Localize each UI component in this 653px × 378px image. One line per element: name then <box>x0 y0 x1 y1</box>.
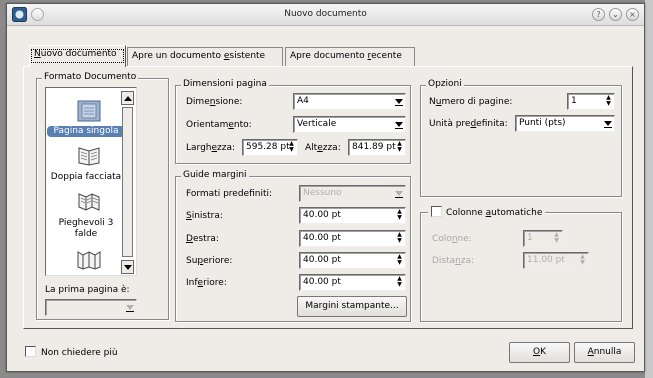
help-button[interactable]: ? <box>592 8 605 21</box>
size-label: Dimensione: <box>186 97 243 107</box>
scroll-slider[interactable] <box>122 107 133 257</box>
combo-value: Verticale <box>297 119 337 129</box>
auto-columns-label: Colonne automatiche <box>446 208 543 218</box>
spin-value: 1 <box>527 233 533 243</box>
spin-value: 40.00 pt <box>303 233 341 243</box>
list-item-three-fold[interactable]: Pieghevoli 3 falde <box>47 218 125 240</box>
close-button[interactable]: × <box>626 8 639 21</box>
spin-arrows-icon[interactable]: ▲ ▼ <box>395 254 404 267</box>
columns-spinbox[interactable]: 1 ▲ ▼ <box>523 230 563 247</box>
auto-columns-checkbox[interactable] <box>431 206 442 217</box>
left-margin-label: Sinistra: <box>186 211 223 221</box>
cancel-button[interactable]: Annulla <box>574 342 635 363</box>
title-bar[interactable]: Nuovo documento ? ⌄ × <box>7 4 644 26</box>
top-margin-label: Superiore: <box>186 256 233 266</box>
spin-arrows-icon[interactable]: ▲ ▼ <box>604 95 613 108</box>
facing-pages-icon[interactable] <box>77 144 101 166</box>
bottom-margin-spinbox[interactable]: 40.00 pt ▲ ▼ <box>299 274 406 291</box>
arrow-up-icon <box>124 96 132 101</box>
columns-label: Colonne: <box>432 234 472 244</box>
default-unit-combo[interactable]: Punti (pts) <box>515 115 615 132</box>
spin-arrows-icon[interactable]: ▲ ▼ <box>395 276 404 289</box>
group-title: Opzioni <box>426 79 464 89</box>
auto-columns-header: Colonne automatiche <box>428 206 546 218</box>
spin-value: 40.00 pt <box>303 210 341 220</box>
dont-ask-row[interactable]: Non chiedere più <box>25 346 118 358</box>
list-item-facing-pages[interactable]: Doppia facciata <box>47 172 125 183</box>
group-title: Formato Documento <box>42 72 139 82</box>
combo-value: Punti (pts) <box>519 118 566 128</box>
combo-value: Nessuno <box>303 188 342 198</box>
chevron-down-icon <box>126 305 134 312</box>
format-list-scrollbar[interactable] <box>121 91 134 274</box>
top-margin-spinbox[interactable]: 40.00 pt ▲ ▼ <box>299 252 406 269</box>
first-page-label: La prima pagina è: <box>45 285 130 295</box>
spin-arrows-icon[interactable]: ▲ ▼ <box>395 209 404 222</box>
combo-value: A4 <box>297 96 309 106</box>
width-label: Larghezza: <box>186 143 236 153</box>
four-fold-icon[interactable] <box>77 248 101 270</box>
tab-focus-ring <box>31 49 124 63</box>
chevron-down-icon <box>395 191 403 198</box>
single-page-icon[interactable] <box>77 100 101 122</box>
first-page-combo[interactable] <box>45 299 137 316</box>
tab-open-existing[interactable]: Apre un documento esistente <box>127 47 283 66</box>
group-title: Dimensioni pagina <box>181 79 269 89</box>
arrow-down-icon <box>124 265 132 270</box>
tab-label: Apre documento recente <box>290 51 402 61</box>
group-title: Guide margini <box>181 170 249 180</box>
orientation-combo[interactable]: Verticale <box>293 116 406 133</box>
spin-value: 11.00 pt <box>527 255 565 265</box>
spin-value: 40.00 pt <box>303 255 341 265</box>
chevron-down-icon <box>395 99 403 106</box>
spin-value: 595.28 pt <box>246 142 290 152</box>
tab-open-recent[interactable]: Apre documento recente <box>285 47 415 66</box>
spin-arrows-icon[interactable]: ▲ ▼ <box>395 232 404 245</box>
three-fold-icon[interactable] <box>77 190 101 212</box>
width-spinbox[interactable]: 595.28 pt ▲ ▼ <box>242 139 298 156</box>
preset-label: Formati predefiniti: <box>186 189 273 199</box>
dont-ask-label: Non chiedere più <box>41 348 118 358</box>
left-margin-spinbox[interactable]: 40.00 pt ▲ ▼ <box>299 207 406 224</box>
bottom-margin-label: Inferiore: <box>186 278 227 288</box>
list-item-single-page[interactable]: Pagina singola <box>47 126 125 137</box>
scroll-down-button[interactable] <box>121 260 134 274</box>
spin-arrows-icon[interactable]: ▲ ▼ <box>395 141 404 154</box>
spin-arrows-icon[interactable]: ▲ ▼ <box>552 232 561 245</box>
height-spinbox[interactable]: 841.89 pt ▲ ▼ <box>348 139 406 156</box>
chevron-down-icon <box>395 122 403 129</box>
background-window-edge <box>645 0 653 378</box>
spin-value: 40.00 pt <box>303 277 341 287</box>
scroll-up-button[interactable] <box>121 91 134 105</box>
tab-label: Apre un documento esistente <box>132 51 266 61</box>
chevron-down-icon <box>604 121 612 128</box>
spin-arrows-icon[interactable]: ▲ ▼ <box>287 141 296 154</box>
right-margin-spinbox[interactable]: 40.00 pt ▲ ▼ <box>299 230 406 247</box>
pages-count-spinbox[interactable]: 1 ▲ ▼ <box>567 93 615 110</box>
right-margin-label: Destra: <box>186 234 219 244</box>
gap-label: Distanza: <box>432 256 475 266</box>
dont-ask-checkbox[interactable] <box>25 346 36 357</box>
default-unit-label: Unità predefinita: <box>429 119 508 129</box>
spin-value: 841.89 pt <box>352 142 396 152</box>
auto-columns-group <box>420 212 622 322</box>
shade-button[interactable]: ⌄ <box>609 8 622 21</box>
window-title: Nuovo documento <box>284 9 367 19</box>
spin-value: 1 <box>571 96 577 106</box>
printer-margins-button[interactable]: Margini stampante... <box>297 296 407 317</box>
ok-button[interactable]: OK <box>509 342 570 363</box>
gap-spinbox[interactable]: 11.00 pt ▲ ▼ <box>523 252 589 269</box>
height-label: Altezza: <box>305 143 341 153</box>
size-combo[interactable]: A4 <box>293 93 406 110</box>
orientation-label: Orientamento: <box>186 120 252 130</box>
pages-count-label: Numero di pagine: <box>429 97 513 107</box>
spin-arrows-icon[interactable]: ▲ ▼ <box>578 254 587 267</box>
preset-combo[interactable]: Nessuno <box>299 185 406 202</box>
